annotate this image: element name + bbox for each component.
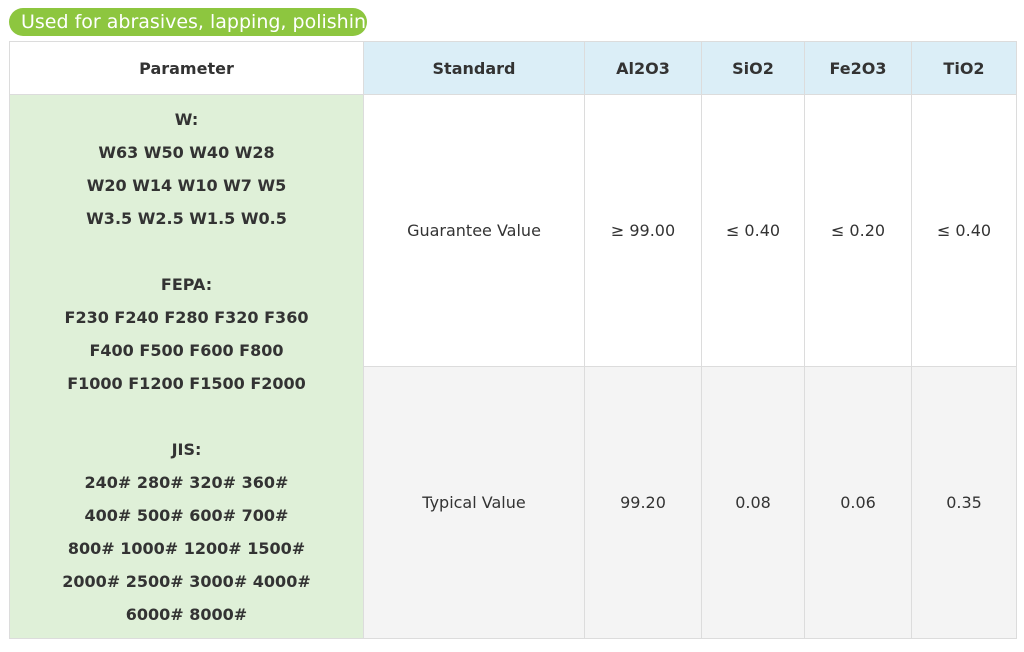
jis-line: 6000# 8000# [125, 604, 248, 624]
header-sio2: SiO2 [701, 41, 805, 95]
header-al2o3: Al2O3 [584, 41, 702, 95]
sio2-guarantee: ≤ 0.40 [701, 94, 805, 367]
fepa-label: FEPA: [160, 274, 213, 294]
fepa-line: F400 F500 F600 F800 [89, 340, 284, 360]
fe2o3-typical: 0.06 [804, 366, 912, 639]
table-row-guarantee: W: W63 W50 W40 W28 W20 W14 W10 W7 W5 W3.… [9, 94, 1017, 639]
tio2-typical: 0.35 [911, 366, 1017, 639]
fepa-line: F1000 F1200 F1500 F2000 [67, 373, 306, 393]
jis-line: 2000# 2500# 3000# 4000# [62, 571, 311, 591]
w-label: W: [174, 109, 199, 129]
w-line: W20 W14 W10 W7 W5 [86, 175, 287, 195]
standard-guarantee: Guarantee Value [363, 94, 585, 367]
jis-label: JIS: [171, 439, 202, 459]
header-fe2o3: Fe2O3 [804, 41, 912, 95]
jis-line: 400# 500# 600# 700# [84, 505, 289, 525]
al2o3-typical: 99.20 [584, 366, 702, 639]
category-badge: Used for abrasives, lapping, polishing [9, 8, 378, 36]
jis-line: 800# 1000# 1200# 1500# [67, 538, 306, 558]
header-parameter: Parameter [9, 41, 364, 95]
jis-line: 240# 280# 320# 360# [84, 472, 289, 492]
spec-table: Parameter Standard Al2O3 SiO2 Fe2O3 TiO2… [9, 41, 1017, 639]
w-line: W3.5 W2.5 W1.5 W0.5 [86, 208, 287, 228]
sio2-typical: 0.08 [701, 366, 805, 639]
standard-typical: Typical Value [363, 366, 585, 639]
parameter-cell: W: W63 W50 W40 W28 W20 W14 W10 W7 W5 W3.… [9, 94, 364, 639]
fepa-line: F230 F240 F280 F320 F360 [64, 307, 309, 327]
header-standard: Standard [363, 41, 585, 95]
tio2-guarantee: ≤ 0.40 [911, 94, 1017, 367]
w-line: W63 W50 W40 W28 [98, 142, 275, 162]
al2o3-guarantee: ≥ 99.00 [584, 94, 702, 367]
fe2o3-guarantee: ≤ 0.20 [804, 94, 912, 367]
header-tio2: TiO2 [911, 41, 1017, 95]
header-row: Parameter Standard Al2O3 SiO2 Fe2O3 TiO2 [9, 41, 1017, 95]
